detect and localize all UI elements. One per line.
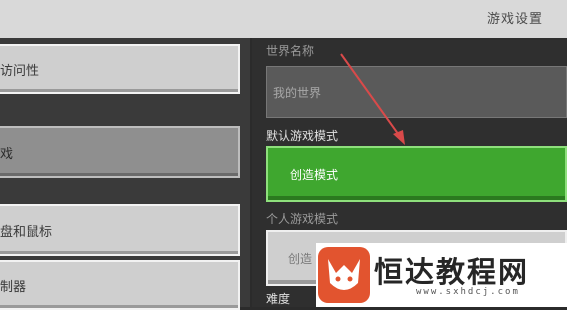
watermark: 恒达教程网 www.sxhdcj.com: [316, 243, 567, 307]
difficulty-label: 难度: [266, 292, 291, 306]
fox-logo-icon: [318, 247, 370, 303]
settings-sidebar: 访问性 戏 盘和鼠标 制器: [0, 38, 250, 310]
default-mode-label: 默认游戏模式: [266, 129, 339, 143]
title-bar: 游戏设置: [0, 0, 567, 38]
world-name-field[interactable]: 我的世界: [266, 66, 567, 118]
personal-mode-label: 个人游戏模式: [266, 212, 339, 226]
watermark-url: www.sxhdcj.com: [416, 287, 520, 297]
sidebar-item-label: 制器: [0, 279, 27, 295]
annotation-arrow-icon: [340, 53, 405, 145]
sidebar-item-controller[interactable]: 制器: [0, 260, 240, 310]
watermark-brand: 恒达教程网: [374, 255, 530, 289]
world-name-label: 世界名称: [266, 44, 315, 58]
sidebar-item-accessibility[interactable]: 访问性: [0, 44, 240, 94]
world-name-value: 我的世界: [273, 85, 322, 100]
default-mode-value: 创造模式: [290, 167, 339, 182]
sidebar-item-label: 盘和鼠标: [0, 224, 53, 240]
default-mode-dropdown[interactable]: 创造模式: [266, 146, 567, 202]
sidebar-item-label: 戏: [0, 146, 14, 162]
sidebar-item-game[interactable]: 戏: [0, 126, 240, 178]
page-title: 游戏设置: [486, 12, 543, 27]
sidebar-item-label: 访问性: [0, 63, 40, 79]
personal-mode-value: 创造: [288, 251, 313, 266]
sidebar-item-keyboard-mouse[interactable]: 盘和鼠标: [0, 204, 240, 256]
